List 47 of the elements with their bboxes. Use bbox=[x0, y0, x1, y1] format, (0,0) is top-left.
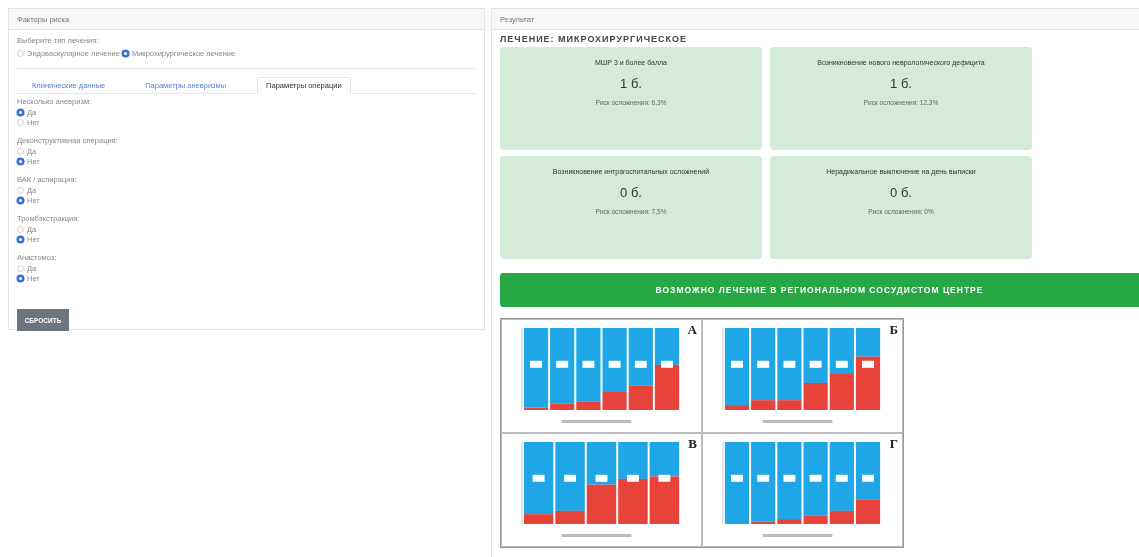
label-box bbox=[783, 474, 796, 482]
legend-bar bbox=[762, 420, 833, 423]
legend-bar bbox=[762, 534, 833, 537]
label-box bbox=[835, 360, 848, 368]
radio-button[interactable] bbox=[121, 49, 129, 57]
label-box bbox=[595, 474, 608, 482]
label-box bbox=[626, 474, 639, 482]
label-box bbox=[530, 360, 542, 368]
bar-segment bbox=[649, 442, 680, 477]
label-box bbox=[862, 360, 874, 368]
label-box bbox=[783, 360, 796, 368]
radio-button[interactable] bbox=[17, 235, 24, 243]
treatment-heading: ЛЕЧЕНИЕ: МИКРОХИРУРГИЧЕСКОЕ bbox=[500, 34, 688, 44]
label-box bbox=[634, 360, 647, 368]
bar-segment bbox=[649, 476, 680, 524]
label-box bbox=[809, 360, 822, 368]
label-box bbox=[757, 474, 770, 482]
label-box bbox=[658, 474, 671, 482]
panel-letter: В bbox=[688, 436, 697, 452]
label-box bbox=[608, 360, 621, 368]
radio-button[interactable] bbox=[17, 157, 24, 165]
label-box bbox=[556, 360, 569, 368]
label-box bbox=[564, 474, 577, 482]
label-box bbox=[532, 474, 545, 482]
label-box bbox=[835, 474, 848, 482]
label-box bbox=[757, 360, 770, 368]
legend-bar bbox=[561, 420, 632, 423]
radio-button[interactable] bbox=[17, 108, 24, 116]
label-box bbox=[661, 360, 673, 368]
score-value: 1 б. bbox=[890, 76, 912, 91]
radio-button[interactable] bbox=[17, 196, 24, 204]
score-value: 1 б. bbox=[620, 76, 642, 91]
bar-segment bbox=[618, 442, 648, 479]
radio-button[interactable] bbox=[17, 274, 24, 282]
bar-segment bbox=[618, 478, 648, 524]
panel-letter: А bbox=[687, 322, 697, 338]
score-value: 0 б. bbox=[620, 185, 642, 200]
panel-letter: Б bbox=[889, 322, 898, 338]
recommendation-banner: ВОЗМОЖНО ЛЕЧЕНИЕ В РЕГИОНАЛЬНОМ СОСУДИСТОМ ЦЕНТРЕ bbox=[500, 273, 1139, 307]
label-box bbox=[809, 474, 822, 482]
panel-letter: Г bbox=[889, 436, 898, 452]
score-value: 0 б. bbox=[890, 185, 912, 200]
label-box bbox=[862, 474, 874, 482]
label-box bbox=[731, 360, 743, 368]
legend-bar bbox=[561, 534, 632, 537]
label-box bbox=[731, 474, 743, 482]
label-box bbox=[582, 360, 595, 368]
